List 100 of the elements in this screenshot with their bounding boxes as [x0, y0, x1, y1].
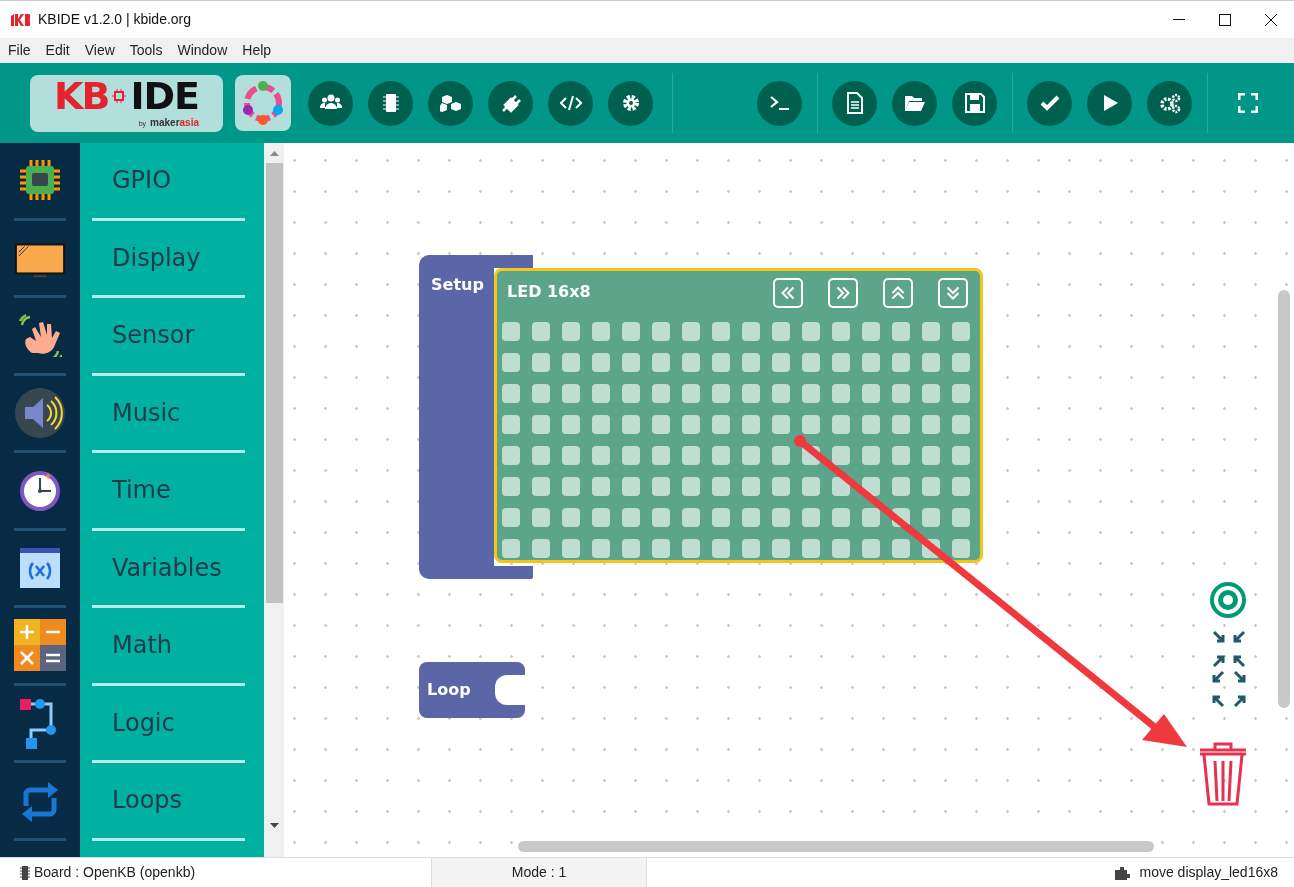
led-cell[interactable]	[742, 415, 760, 434]
chip-button[interactable]	[368, 80, 413, 126]
led-cell[interactable]	[742, 353, 760, 372]
led-cell[interactable]	[922, 477, 940, 496]
menu-item[interactable]: Help	[242, 40, 272, 61]
led-cell[interactable]	[892, 415, 910, 434]
led-cell[interactable]	[502, 477, 520, 496]
led-cell[interactable]	[682, 539, 700, 558]
led-cell[interactable]	[652, 477, 670, 496]
led-cell[interactable]	[742, 384, 760, 403]
led-cell[interactable]	[562, 508, 580, 527]
led-cell[interactable]	[532, 384, 550, 403]
led-cell[interactable]	[652, 508, 670, 527]
led-cell[interactable]	[952, 384, 970, 403]
led-cell[interactable]	[682, 322, 700, 341]
category-item[interactable]: Music	[92, 375, 245, 453]
category-item[interactable]: Math	[92, 608, 245, 686]
led-cell[interactable]	[622, 477, 640, 496]
led-cell[interactable]	[682, 508, 700, 527]
led-cell[interactable]	[682, 477, 700, 496]
led-cell[interactable]	[532, 353, 550, 372]
zoom-arrows-icon[interactable]	[1212, 630, 1246, 708]
led-cell[interactable]	[712, 446, 730, 465]
led-cell[interactable]	[862, 322, 880, 341]
led-cell[interactable]	[862, 539, 880, 558]
category-item[interactable]: Display	[92, 220, 245, 298]
document-button[interactable]	[832, 80, 877, 126]
gears-button[interactable]	[1147, 80, 1192, 126]
led-cell[interactable]	[772, 508, 790, 527]
led-cell[interactable]	[502, 353, 520, 372]
led-cell[interactable]	[562, 446, 580, 465]
led-cell[interactable]	[802, 384, 820, 403]
led-cell[interactable]	[742, 322, 760, 341]
led-cell[interactable]	[862, 446, 880, 465]
led-cell[interactable]	[862, 353, 880, 372]
led-cell[interactable]	[502, 415, 520, 434]
led-cell[interactable]	[592, 446, 610, 465]
led-cell[interactable]	[562, 322, 580, 341]
led-cell[interactable]	[622, 539, 640, 558]
led-cell[interactable]	[682, 384, 700, 403]
led-cell[interactable]	[622, 415, 640, 434]
scrollbar[interactable]	[518, 841, 1154, 852]
calculator-icon[interactable]	[14, 619, 66, 672]
led-cell[interactable]	[712, 477, 730, 496]
led-cell[interactable]	[682, 353, 700, 372]
led-cell[interactable]	[562, 415, 580, 434]
trash-icon[interactable]	[1198, 741, 1248, 807]
led-cell[interactable]	[832, 384, 850, 403]
led-cell[interactable]	[892, 384, 910, 403]
led-cell[interactable]	[562, 477, 580, 496]
led-cell[interactable]	[892, 446, 910, 465]
terminal-button[interactable]	[757, 80, 802, 126]
category-item[interactable]: Variables	[92, 530, 245, 608]
led-cell[interactable]	[772, 446, 790, 465]
led-cell[interactable]	[652, 446, 670, 465]
people-button[interactable]	[308, 80, 353, 126]
led-cell[interactable]	[532, 446, 550, 465]
led-cell[interactable]	[562, 353, 580, 372]
led-cell[interactable]	[652, 415, 670, 434]
led-cell[interactable]	[892, 477, 910, 496]
fullscreen-button[interactable]	[1238, 93, 1258, 113]
save-button[interactable]	[952, 80, 997, 126]
led-cell[interactable]	[592, 415, 610, 434]
led-cell[interactable]	[712, 539, 730, 558]
double-up-arrow-button[interactable]	[883, 278, 913, 308]
led-cell[interactable]	[802, 539, 820, 558]
led-cell[interactable]	[502, 446, 520, 465]
led-cell[interactable]	[922, 384, 940, 403]
led-cell[interactable]	[832, 539, 850, 558]
led-cell[interactable]	[532, 508, 550, 527]
led-matrix-block[interactable]: LED 16x8	[494, 268, 983, 563]
led-cell[interactable]	[592, 539, 610, 558]
category-item[interactable]: Time	[92, 453, 245, 531]
led-cell[interactable]	[712, 384, 730, 403]
led-cell[interactable]	[742, 539, 760, 558]
led-cell[interactable]	[772, 477, 790, 496]
led-cell[interactable]	[532, 477, 550, 496]
led-cell[interactable]	[952, 508, 970, 527]
led-cell[interactable]	[832, 508, 850, 527]
category-item[interactable]: GPIO	[92, 143, 245, 221]
led-cell[interactable]	[772, 384, 790, 403]
led-cell[interactable]	[742, 508, 760, 527]
variable-window-icon[interactable]	[18, 545, 62, 590]
category-item[interactable]: Logic	[92, 685, 245, 763]
led-cell[interactable]	[742, 477, 760, 496]
scrollbar[interactable]	[264, 143, 284, 857]
led-cell[interactable]	[772, 322, 790, 341]
led-cell[interactable]	[862, 384, 880, 403]
scroll-up-icon[interactable]	[269, 151, 279, 157]
menu-item[interactable]: Tools	[129, 40, 163, 61]
target-icon[interactable]	[1209, 581, 1247, 619]
led-cell[interactable]	[772, 353, 790, 372]
play-button[interactable]	[1087, 80, 1132, 126]
led-cell[interactable]	[712, 322, 730, 341]
led-cell[interactable]	[592, 508, 610, 527]
led-cell[interactable]	[502, 508, 520, 527]
speaker-icon[interactable]	[14, 386, 66, 439]
scroll-down-icon[interactable]	[269, 823, 279, 829]
led-cell[interactable]	[682, 415, 700, 434]
folder-button[interactable]	[892, 80, 937, 126]
